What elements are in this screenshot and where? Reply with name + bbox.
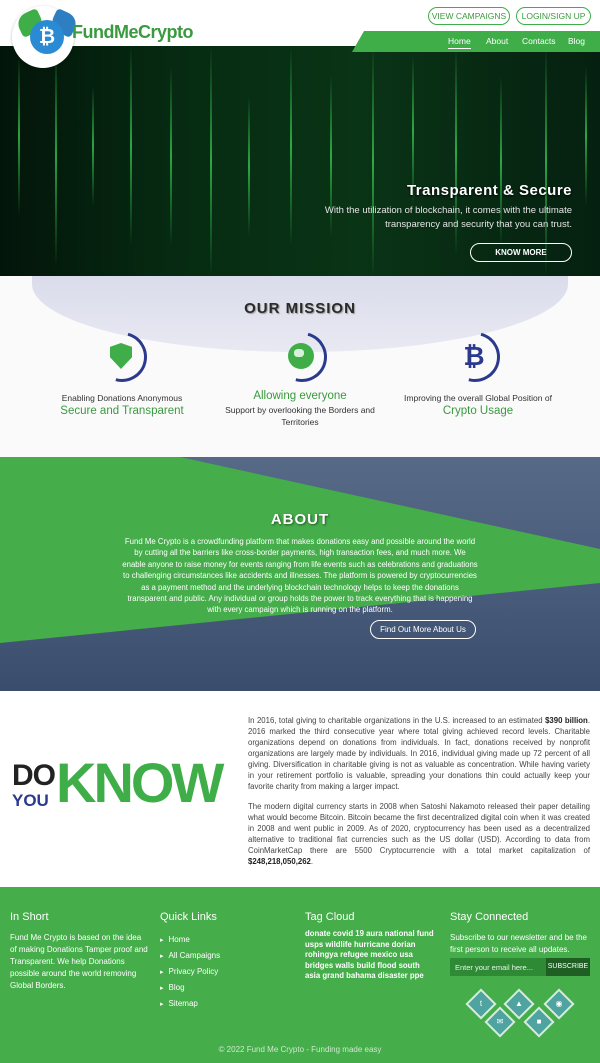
- matrix-rain: [585, 66, 587, 206]
- hero-banner: Transparent & Secure With the utilizatio…: [0, 46, 600, 276]
- matrix-rain: [55, 46, 57, 266]
- nav-blog[interactable]: Blog: [568, 36, 585, 46]
- about-title: ABOUT: [270, 511, 330, 528]
- charity-paragraph: In 2016, total giving to charitable orga…: [248, 716, 590, 791]
- footer-link-home[interactable]: Home: [160, 932, 220, 948]
- about-section: ABOUT Fund Me Crypto is a crowdfunding p…: [0, 457, 600, 691]
- logo-text: FundMeCrypto: [72, 22, 193, 42]
- heading-you: YOU: [12, 791, 49, 810]
- nav-contacts[interactable]: Contacts: [522, 36, 556, 46]
- mission-item-secure: Enabling Donations Anonymous Secure and …: [52, 392, 192, 419]
- hero-subtitle: With the utilization of blockchain, it c…: [324, 205, 572, 230]
- mission-item-crypto: Improving the overall Global Position of…: [395, 392, 561, 419]
- footer-stay-connected-title: Stay Connected: [450, 911, 529, 923]
- copyright-text: © 2022 Fund Me Crypto - Funding made eas…: [218, 1045, 382, 1054]
- footer-newsletter-text: Subscribe to our newsletter and be the f…: [450, 933, 587, 954]
- about-text: Fund Me Crypto is a crowdfunding platfor…: [122, 537, 478, 615]
- footer-link-all-campaigns[interactable]: All Campaigns: [160, 948, 221, 964]
- bitcoin-icon: ₿: [440, 322, 510, 392]
- find-out-more-button[interactable]: Find Out More About Us: [370, 620, 476, 639]
- did-you-know-section: DO YOU KNOW In 2016, total giving to cha…: [0, 691, 600, 887]
- view-campaigns-button[interactable]: VIEW CAMPAIGNS: [428, 7, 510, 25]
- footer-quick-links: Home All Campaigns Privacy Policy Blog S…: [160, 932, 221, 1012]
- login-signup-button[interactable]: LOGIN/SIGN UP: [516, 7, 591, 25]
- matrix-rain: [170, 66, 172, 246]
- footer-quick-links-title: Quick Links: [160, 911, 217, 923]
- newsletter-email-input[interactable]: [450, 958, 546, 976]
- matrix-rain: [290, 46, 292, 246]
- mission-item-caption: Support by overlooking the Borders and T…: [225, 405, 375, 427]
- site-logo[interactable]: ₿ FundMeCrypto: [8, 4, 193, 68]
- mission-item-caption: Enabling Donations Anonymous: [61, 393, 183, 403]
- site-footer: In Short Quick Links Tag Cloud Stay Conn…: [0, 887, 600, 1063]
- footer-in-short-text: Fund Me Crypto is based on the idea of m…: [10, 933, 148, 990]
- footer-tag-cloud[interactable]: donate covid 19 aura national fund usps …: [305, 929, 435, 982]
- nav-home[interactable]: Home: [448, 36, 471, 49]
- hero-title: Transparent & Secure: [406, 182, 572, 199]
- logo-badge: ₿: [12, 6, 80, 68]
- footer-link-privacy-policy[interactable]: Privacy Policy: [160, 964, 220, 980]
- bitcoin-coin-icon: ₿: [30, 20, 64, 54]
- matrix-rain: [130, 46, 132, 246]
- matrix-rain: [372, 46, 374, 276]
- main-nav: Home About Contacts Blog: [352, 31, 600, 52]
- subscribe-button[interactable]: SUBSCRIBE: [546, 958, 590, 976]
- know-more-button[interactable]: KNOW MORE: [470, 243, 572, 262]
- footer-tag-cloud-title: Tag Cloud: [305, 911, 355, 923]
- mission-title: OUR MISSION: [244, 300, 356, 317]
- mission-section: OUR MISSION ₿ Enabling Donations Anonymo…: [0, 276, 600, 457]
- mission-item-highlight: Allowing everyone: [253, 390, 347, 402]
- mission-item-highlight: Secure and Transparent: [60, 405, 184, 417]
- crypto-paragraph: The modern digital currency starts in 20…: [248, 802, 590, 866]
- heading-do: DO: [12, 759, 56, 792]
- do-you-know-heading: DO YOU KNOW: [12, 755, 242, 811]
- mission-item-caption: Improving the overall Global Position of: [404, 393, 552, 403]
- footer-link-blog[interactable]: Blog: [160, 980, 220, 996]
- giving-total: $390 billion: [545, 716, 588, 725]
- matrix-rain: [248, 96, 250, 236]
- nav-about[interactable]: About: [486, 36, 508, 46]
- mission-item-highlight: Crypto Usage: [442, 405, 514, 417]
- matrix-rain: [92, 86, 94, 206]
- matrix-rain: [210, 46, 212, 276]
- mission-item-everyone: Allowing everyone Support by overlooking…: [210, 389, 390, 428]
- market-cap: $248,218,050,262: [248, 857, 311, 866]
- footer-in-short-title: In Short: [10, 911, 49, 923]
- matrix-rain: [18, 56, 20, 216]
- matrix-rain: [545, 46, 547, 276]
- globe-icon: [267, 322, 337, 392]
- footer-link-sitemap[interactable]: Sitemap: [160, 996, 220, 1012]
- heading-know: KNOW: [56, 751, 224, 814]
- shield-icon: [87, 322, 157, 392]
